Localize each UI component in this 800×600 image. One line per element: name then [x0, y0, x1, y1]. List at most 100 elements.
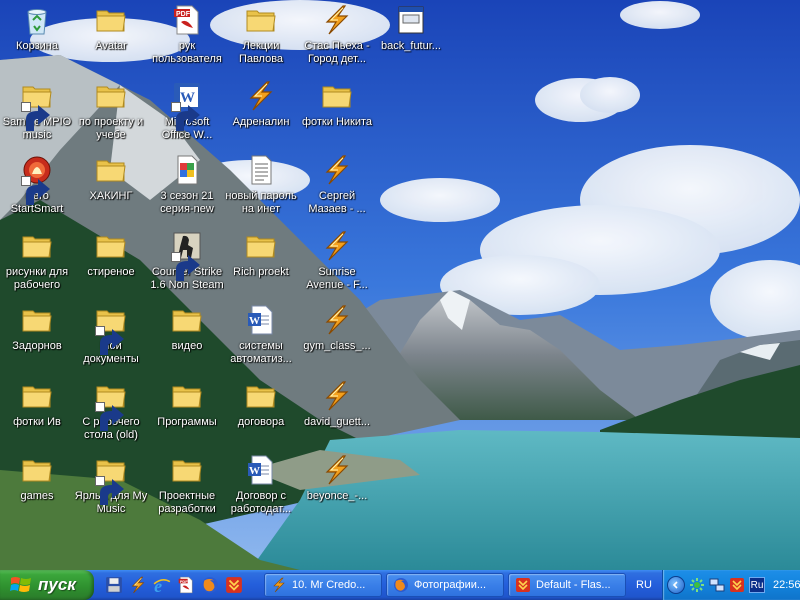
- task-label: 10. Mr Credo...: [292, 579, 366, 591]
- desktop-icon[interactable]: Адреналин: [224, 78, 298, 148]
- svg-text:e: e: [154, 576, 162, 594]
- desktop-icon[interactable]: Стас Пьеха - Город дет...: [300, 2, 374, 72]
- download-master-icon[interactable]: [729, 577, 745, 593]
- save-disk-icon[interactable]: [104, 575, 124, 595]
- svg-text:W: W: [249, 465, 260, 477]
- folder-icon: [21, 454, 53, 486]
- desktop-icon-label: рисунки для рабочего: [5, 266, 69, 291]
- desktop-icon-label: Стас Пьеха - Город дет...: [304, 40, 370, 65]
- desktop-icon-label: договора: [237, 416, 285, 428]
- folder-icon: [95, 154, 127, 186]
- desktop-icon[interactable]: Мои документы: [74, 302, 148, 372]
- desktop-icon[interactable]: Counter Strike 1.6 Non Steam: [150, 228, 224, 298]
- desktop-icon[interactable]: back_futur...: [374, 2, 448, 72]
- download-master-icon[interactable]: [224, 575, 244, 595]
- winamp-icon[interactable]: [128, 575, 148, 595]
- file-window-icon: [395, 4, 427, 36]
- winamp-icon: [321, 454, 353, 486]
- desktop-icon[interactable]: Программы: [150, 378, 224, 448]
- desktop-icon[interactable]: Лекции Павлова: [224, 2, 298, 72]
- desktop-icon[interactable]: Nero StartSmart: [0, 152, 74, 222]
- desktop-icon[interactable]: W Договор с работодат...: [224, 452, 298, 522]
- desktop-icon-label: по проекту и учебе: [78, 116, 144, 141]
- desktop-icon-label: back_futur...: [381, 40, 441, 52]
- desktop-icon-label: Сергей Мазаев - ...: [308, 190, 366, 215]
- desktop-icon[interactable]: Ярлык для My Music: [74, 452, 148, 522]
- show-hidden-icons-button[interactable]: [667, 576, 685, 594]
- desktop-icon-label: gym_class_...: [303, 340, 371, 352]
- desktop-icon-label: фотки Ив: [13, 416, 61, 428]
- shortcut-arrow-icon: [171, 102, 200, 131]
- desktop-icon[interactable]: PDF рук пользователя: [150, 2, 224, 72]
- desktop-icon[interactable]: Сергей Мазаев - ...: [300, 152, 374, 222]
- desktop-icon[interactable]: Sunrise Avenue - F...: [300, 228, 374, 298]
- network-icon[interactable]: [709, 577, 725, 593]
- download-master-icon: [515, 577, 531, 593]
- desktop-icon-label: games: [20, 490, 54, 502]
- desktop-icon-label: Адреналин: [232, 116, 290, 128]
- folder-icon: [95, 4, 127, 36]
- shortcut-arrow-icon: [171, 252, 200, 281]
- firefox-icon: [393, 577, 409, 593]
- desktop-icon-label: beyonce_-...: [306, 490, 368, 502]
- desktop-icon[interactable]: W Microsoft Office W...: [150, 78, 224, 148]
- svg-text:PDF: PDF: [180, 579, 188, 584]
- desktop-icon[interactable]: Wсистемы автоматиз...: [224, 302, 298, 372]
- desktop-icon[interactable]: Rich proekt: [224, 228, 298, 298]
- desktop-icon[interactable]: Корзина: [0, 2, 74, 72]
- start-label: пуск: [38, 575, 76, 594]
- shortcut-arrow-icon: [21, 102, 50, 131]
- desktop-icon[interactable]: новый пароль на инет: [224, 152, 298, 222]
- folder-icon: [95, 380, 127, 431]
- desktop-icon-label: 3 сезон 21 серия-new: [160, 190, 214, 215]
- keyboard-layout-badge[interactable]: Ru: [749, 577, 765, 593]
- folder-icon: [95, 454, 127, 505]
- folder-icon: [21, 304, 53, 336]
- desktop-icon[interactable]: С рабочего стола (old): [74, 378, 148, 448]
- shortcut-arrow-icon: [95, 402, 124, 431]
- clock[interactable]: 22:56: [773, 579, 800, 591]
- desktop-icon[interactable]: фотки Никита: [300, 78, 374, 148]
- firefox-icon[interactable]: [200, 575, 220, 595]
- desktop-icon-label: Лекции Павлова: [238, 40, 284, 65]
- winamp-icon: [321, 230, 353, 262]
- desktop-icon[interactable]: ХАКИНГ: [74, 152, 148, 222]
- desktop-icon[interactable]: Avatar: [74, 2, 148, 72]
- desktop-icon-label: Программы: [157, 416, 217, 428]
- desktop-icon[interactable]: games: [0, 452, 74, 522]
- pdf-icon[interactable]: PDF: [176, 575, 196, 595]
- desktop-icon[interactable]: Проектные разработки: [150, 452, 224, 522]
- windows-logo-icon: [10, 577, 31, 592]
- desktop-icon[interactable]: beyonce_-...: [300, 452, 374, 522]
- desktop-icon[interactable]: по проекту и учебе: [74, 78, 148, 148]
- image-file-icon: [171, 154, 203, 186]
- chevron-left-icon: [672, 581, 678, 589]
- folder-icon: [171, 304, 203, 336]
- desktop-icon[interactable]: 3 сезон 21 серия-new: [150, 152, 224, 222]
- task-button-winamp[interactable]: 10. Mr Credo...: [264, 573, 382, 597]
- desktop-icon[interactable]: Sample MPIO music: [0, 78, 74, 148]
- desktop-icon-label: стиреное: [87, 266, 135, 278]
- internet-explorer-icon[interactable]: e: [152, 575, 172, 595]
- desktop-icon[interactable]: Задорнов: [0, 302, 74, 372]
- winamp-icon: [321, 304, 353, 336]
- desktop-icon[interactable]: договора: [224, 378, 298, 448]
- start-button[interactable]: пуск: [0, 570, 94, 600]
- folder-icon: [21, 80, 53, 131]
- language-indicator[interactable]: RU: [630, 570, 658, 600]
- task-button-download-master[interactable]: Default - Flas...: [508, 573, 626, 597]
- desktop-icon-label: фотки Никита: [301, 116, 373, 128]
- desktop-icon[interactable]: стиреное: [74, 228, 148, 298]
- desktop-icon[interactable]: видео: [150, 302, 224, 372]
- folder-icon: [171, 380, 203, 412]
- desktop-icon[interactable]: рисунки для рабочего: [0, 228, 74, 298]
- task-button-firefox[interactable]: Фотографии...: [386, 573, 504, 597]
- gear-flower-icon[interactable]: [689, 577, 705, 593]
- winamp-icon: [321, 380, 353, 412]
- desktop-icon[interactable]: david_guett...: [300, 378, 374, 448]
- folder-icon: [245, 230, 277, 262]
- desktop-icon[interactable]: фотки Ив: [0, 378, 74, 448]
- svg-text:PDF: PDF: [176, 11, 191, 18]
- winamp-icon: [321, 154, 353, 186]
- desktop-icon[interactable]: gym_class_...: [300, 302, 374, 372]
